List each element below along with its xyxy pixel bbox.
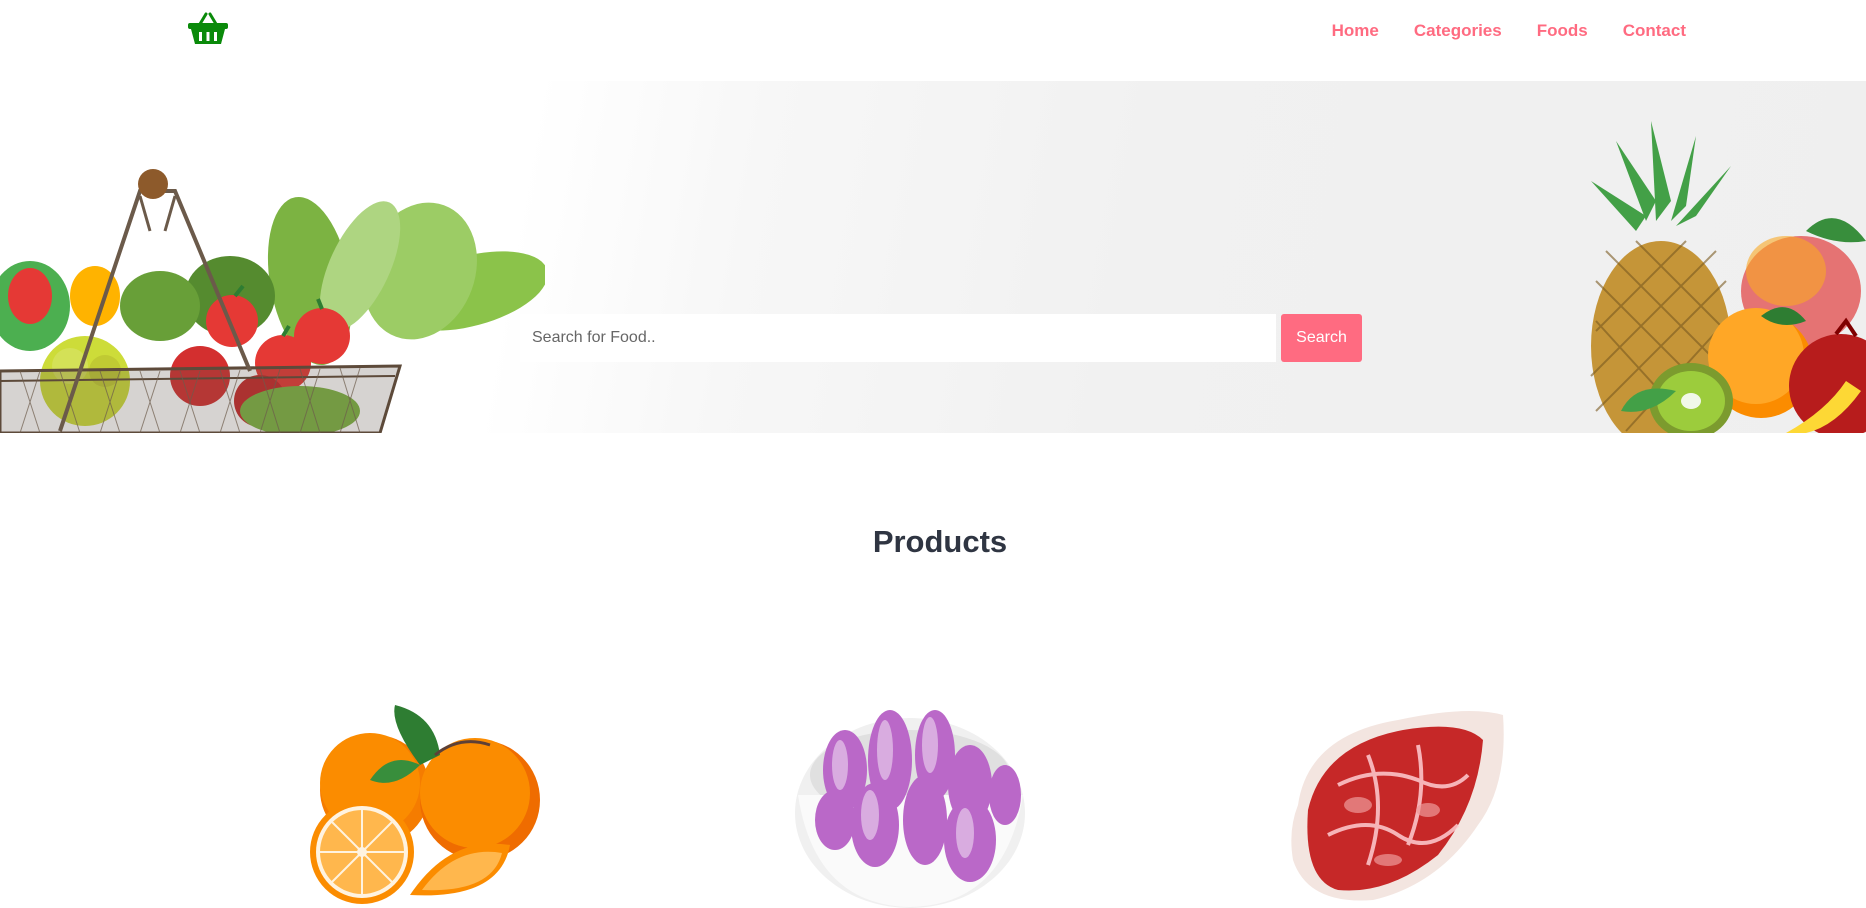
product-card-shallots[interactable] bbox=[795, 695, 1030, 908]
hero-banner: Search bbox=[0, 81, 1866, 433]
nav-home-link[interactable]: Home bbox=[1332, 20, 1379, 42]
main-nav: Home Categories Foods Contact bbox=[1297, 20, 1686, 42]
vegetable-basket-image bbox=[0, 81, 548, 433]
nav-foods-link[interactable]: Foods bbox=[1537, 20, 1588, 42]
products-heading: Products bbox=[872, 524, 1008, 559]
search-bar: Search bbox=[520, 314, 1362, 362]
shallots-bowl-image bbox=[795, 710, 1025, 908]
shopping-basket-icon[interactable] bbox=[186, 10, 230, 46]
site-header: Home Categories Foods Contact bbox=[0, 0, 1866, 81]
search-button[interactable]: Search bbox=[1281, 314, 1362, 362]
fruit-pile-image bbox=[1536, 81, 1866, 433]
search-input[interactable] bbox=[520, 314, 1276, 362]
nav-categories-link[interactable]: Categories bbox=[1414, 20, 1502, 42]
product-card-oranges[interactable] bbox=[300, 695, 550, 908]
nav-contact-link[interactable]: Contact bbox=[1623, 20, 1686, 42]
product-card-steak[interactable] bbox=[1278, 695, 1508, 908]
raw-steak-image bbox=[1291, 711, 1504, 901]
oranges-image bbox=[310, 705, 540, 904]
